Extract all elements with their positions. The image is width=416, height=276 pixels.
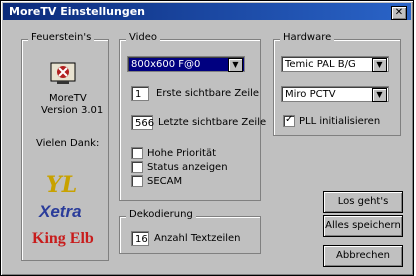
pll-label: PLL initialisieren [299, 115, 381, 127]
text-rows-input[interactable]: 16 [131, 231, 149, 246]
save-all-button[interactable]: Alles speichern [323, 215, 403, 237]
decoding-group-label: Dekodierung [126, 209, 196, 220]
secam-label: SECAM [147, 175, 183, 187]
resolution-select[interactable]: 800x600 F@0 ▼ [127, 56, 245, 72]
show-status-checkbox[interactable]: Status anzeigen [131, 161, 228, 173]
resolution-value: 800x600 F@0 [131, 59, 201, 70]
king-elb-logo: King Elb [32, 230, 94, 247]
text-rows-label: Anzahl Textzeilen [154, 233, 241, 244]
tuner-value: Temic PAL B/G [285, 59, 356, 70]
first-line-input[interactable]: 1 [131, 86, 149, 101]
card-value: Miro PCTV [285, 89, 336, 100]
checkmark-icon: ✓ [285, 114, 294, 125]
cancel-button[interactable]: Abbrechen [323, 245, 403, 267]
settings-window: MoreTV Einstellungen ✕ Feuerstein's More… [0, 0, 414, 276]
show-status-label: Status anzeigen [147, 161, 228, 173]
last-line-label: Letzte sichtbare Zeile [158, 117, 267, 128]
window-title: MoreTV Einstellungen [9, 5, 145, 18]
hardware-group-label: Hardware [280, 32, 335, 43]
chevron-down-icon[interactable]: ▼ [372, 88, 387, 102]
high-priority-checkbox[interactable]: Hohe Priorität [131, 147, 216, 159]
tuner-select[interactable]: Temic PAL B/G ▼ [281, 56, 389, 72]
first-line-label: Erste sichtbare Zeile [156, 88, 260, 99]
app-name: MoreTV [49, 93, 87, 104]
close-button[interactable]: ✕ [391, 6, 407, 20]
chevron-down-icon[interactable]: ▼ [372, 58, 387, 72]
card-select[interactable]: Miro PCTV ▼ [281, 86, 389, 102]
secam-box[interactable] [131, 175, 143, 187]
show-status-box[interactable] [131, 161, 143, 173]
thanks-label: Vielen Dank: [36, 138, 100, 149]
chevron-down-icon[interactable]: ▼ [228, 58, 243, 72]
pll-box[interactable]: ✓ [283, 114, 295, 127]
pll-checkbox[interactable]: ✓ PLL initialisieren [283, 114, 381, 127]
app-version: Version 3.01 [41, 105, 104, 116]
yl-logo: YL [46, 172, 78, 198]
video-group-label: Video [126, 32, 161, 43]
high-priority-box[interactable] [131, 147, 143, 159]
credits-group-label: Feuerstein's [28, 32, 95, 43]
xetra-logo: Xetra [39, 202, 82, 221]
moretv-app-icon [50, 62, 76, 84]
high-priority-label: Hohe Priorität [147, 147, 217, 159]
last-line-input[interactable]: 566 [131, 115, 154, 130]
ok-button[interactable]: Los geht's [323, 191, 403, 213]
secam-checkbox[interactable]: SECAM [131, 175, 182, 187]
title-bar: MoreTV Einstellungen ✕ [3, 3, 411, 20]
